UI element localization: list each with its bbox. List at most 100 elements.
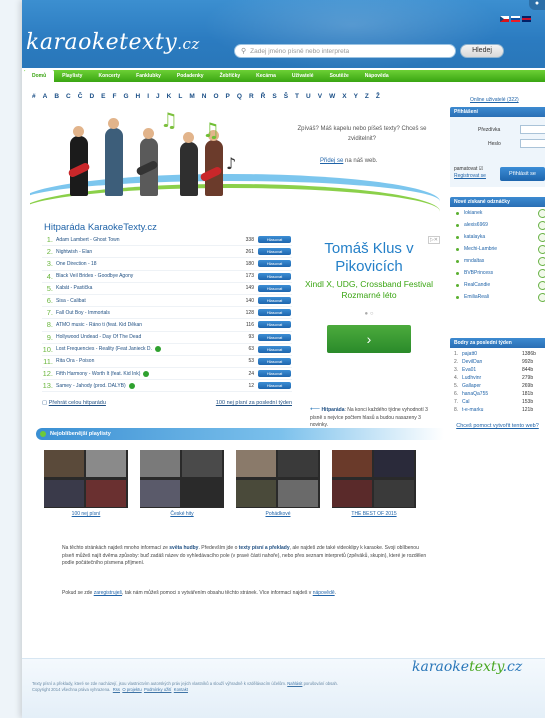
contact-link[interactable]: Kontakt bbox=[174, 687, 188, 692]
alphabet-letter[interactable]: # bbox=[32, 93, 36, 100]
nav-item-fanclubs[interactable]: Fanklubky bbox=[128, 70, 169, 82]
vote-button[interactable]: Hlasovat bbox=[258, 321, 291, 329]
ad-close-icon[interactable]: ▷✕ bbox=[427, 236, 440, 244]
playlist-card[interactable]: 100 nej písní bbox=[44, 450, 128, 517]
online-users-link[interactable]: Online uživatelé (322) bbox=[470, 97, 519, 103]
best-user-link[interactable]: Eva01 bbox=[462, 367, 522, 375]
register-info-link[interactable]: zaregistruješ bbox=[94, 590, 122, 596]
alphabet-letter[interactable]: G bbox=[123, 93, 128, 100]
playlist-label[interactable]: THE BEST OF 2015 bbox=[332, 511, 416, 517]
alphabet-letter[interactable]: U bbox=[306, 93, 311, 100]
remember-checkbox[interactable]: pamatovat ☑ bbox=[454, 166, 483, 172]
alphabet-letter[interactable]: I bbox=[147, 93, 149, 100]
top100-link[interactable]: 100 nej písní za poslední týden bbox=[216, 400, 292, 406]
chart-song-link[interactable]: Hollywood Undead - Day Of The Dead bbox=[56, 334, 236, 340]
search-input[interactable]: ⚲ Zadej jméno písně nebo interpreta bbox=[234, 44, 456, 58]
nav-item-chat[interactable]: Kecárna bbox=[248, 70, 284, 82]
playlist-label[interactable]: 100 nej písní bbox=[44, 511, 128, 517]
alphabet-letter[interactable]: E bbox=[101, 93, 105, 100]
help-link[interactable]: nápovědě bbox=[313, 590, 335, 596]
alphabet-letter[interactable]: B bbox=[54, 93, 59, 100]
vote-button[interactable]: Hlasovat bbox=[258, 297, 291, 305]
alphabet-letter[interactable]: Š bbox=[284, 93, 288, 100]
alphabet-letter[interactable]: W bbox=[329, 93, 335, 100]
nav-item-users[interactable]: Uživatelé bbox=[284, 70, 322, 82]
password-field[interactable] bbox=[520, 139, 545, 148]
alphabet-letter[interactable]: Z bbox=[365, 93, 369, 100]
playlist-card[interactable]: České hity bbox=[140, 450, 224, 517]
chart-song-link[interactable]: Lost Frequencies - Reality (Feat Janieck… bbox=[56, 346, 236, 353]
alphabet-letter[interactable]: K bbox=[167, 93, 172, 100]
alphabet-letter[interactable]: X bbox=[342, 93, 346, 100]
ad-next-button[interactable]: › bbox=[327, 325, 411, 353]
terms-link[interactable]: Podmínky užití bbox=[144, 687, 171, 692]
alphabet-letter[interactable]: Ř bbox=[261, 93, 266, 100]
alphabet-letter[interactable]: Č bbox=[78, 93, 83, 100]
chart-song-link[interactable]: Fall Out Boy - Immortals bbox=[56, 310, 236, 316]
alphabet-letter[interactable]: Q bbox=[237, 93, 242, 100]
vote-button[interactable]: Hlasovat bbox=[258, 272, 291, 280]
playlist-label[interactable]: České hity bbox=[140, 511, 224, 517]
vote-button[interactable]: Hlasovat bbox=[258, 382, 291, 390]
badge-user-link[interactable]: EmiliaReali bbox=[450, 291, 545, 303]
report-link[interactable]: Nahlásit bbox=[287, 681, 302, 686]
best-user-link[interactable]: t-e-marku bbox=[462, 407, 522, 415]
alphabet-letter[interactable]: D bbox=[89, 93, 94, 100]
register-link[interactable]: Registrovat se bbox=[454, 173, 486, 179]
alphabet-letter[interactable]: V bbox=[318, 93, 322, 100]
vote-button[interactable]: Hlasovat bbox=[258, 357, 291, 365]
chart-song-link[interactable]: Sisa - Calibat bbox=[56, 298, 236, 304]
chart-song-link[interactable]: One Direction - 18 bbox=[56, 261, 236, 267]
badge-user-link[interactable]: RealCandie bbox=[450, 279, 545, 291]
footer-logo[interactable]: karaoketexty.cz bbox=[412, 659, 522, 675]
best-user-link[interactable]: Ludhvinr bbox=[462, 375, 522, 383]
best-user-link[interactable]: Cal bbox=[462, 399, 522, 407]
badge-user-link[interactable]: lokianek bbox=[450, 207, 545, 219]
chart-song-link[interactable]: Kabát - Pastička bbox=[56, 285, 236, 291]
nav-item-concerts[interactable]: Koncerty bbox=[90, 70, 128, 82]
chart-song-link[interactable]: Black Veil Brides - Goodbye Agony bbox=[56, 273, 236, 279]
nav-item-help[interactable]: Nápověda bbox=[357, 70, 397, 82]
alphabet-letter[interactable]: T bbox=[295, 93, 299, 100]
chart-song-link[interactable]: Samey - Jahody (prod. DALYB) bbox=[56, 382, 236, 389]
best-user-link[interactable]: DevilDan bbox=[462, 359, 522, 367]
playlist-card[interactable]: THE BEST OF 2015 bbox=[332, 450, 416, 517]
badge-user-link[interactable]: alexis6969 bbox=[450, 219, 545, 231]
alphabet-letter[interactable]: N bbox=[202, 93, 207, 100]
vote-button[interactable]: Hlasovat bbox=[258, 345, 291, 353]
site-logo[interactable]: karaoketexty.cz bbox=[26, 30, 200, 55]
alphabet-letter[interactable]: C bbox=[66, 93, 71, 100]
vote-button[interactable]: Hlasovat bbox=[258, 260, 291, 268]
badge-user-link[interactable]: BVBPrincess bbox=[450, 267, 545, 279]
playlist-card[interactable]: Pohádkové bbox=[236, 450, 320, 517]
best-user-link[interactable]: Gallaper bbox=[462, 383, 522, 391]
badge-user-link[interactable]: Mechi-Lambrie bbox=[450, 243, 545, 255]
alphabet-letter[interactable]: R bbox=[249, 93, 254, 100]
alphabet-letter[interactable]: L bbox=[178, 93, 182, 100]
alphabet-letter[interactable]: Ž bbox=[376, 93, 380, 100]
help-build-link[interactable]: Chceš pomoct vytvořit tento web? bbox=[450, 421, 545, 431]
flag-sk-icon[interactable] bbox=[511, 16, 520, 22]
chart-song-link[interactable]: ATMO music - Ráno ti (feat. Kid Děkan bbox=[56, 322, 236, 328]
alphabet-letter[interactable]: J bbox=[156, 93, 160, 100]
advertisement[interactable]: ▷✕ Tomáš Klus v Pikovicích Xindl X, UDG,… bbox=[294, 236, 444, 390]
alphabet-letter[interactable]: F bbox=[112, 93, 116, 100]
playlist-label[interactable]: Pohádkové bbox=[236, 511, 320, 517]
nav-item-charts[interactable]: Žebříčky bbox=[212, 70, 249, 82]
login-button[interactable]: Přihlásit se bbox=[500, 167, 545, 181]
about-link[interactable]: O projektu bbox=[122, 687, 141, 692]
nav-item-playlists[interactable]: Playlisty bbox=[54, 70, 90, 82]
vote-button[interactable]: Hlasovat bbox=[258, 248, 291, 256]
vote-button[interactable]: Hlasovat bbox=[258, 284, 291, 292]
badge-user-link[interactable]: mndaltas bbox=[450, 255, 545, 267]
best-user-link[interactable]: pajatt0 bbox=[462, 351, 522, 359]
join-link[interactable]: Přidej se bbox=[320, 158, 343, 164]
flag-uk-icon[interactable] bbox=[522, 16, 531, 22]
user-icon[interactable]: ● bbox=[529, 0, 545, 10]
chart-song-link[interactable]: Adam Lambert - Ghost Town bbox=[56, 237, 236, 243]
alphabet-letter[interactable]: S bbox=[272, 93, 276, 100]
nick-field[interactable] bbox=[520, 125, 545, 134]
chart-song-link[interactable]: Fifth Harmony - Worth It (feat. Kid Ink) bbox=[56, 370, 236, 377]
vote-button[interactable]: Hlasovat bbox=[258, 370, 291, 378]
alphabet-letter[interactable]: A bbox=[43, 93, 48, 100]
